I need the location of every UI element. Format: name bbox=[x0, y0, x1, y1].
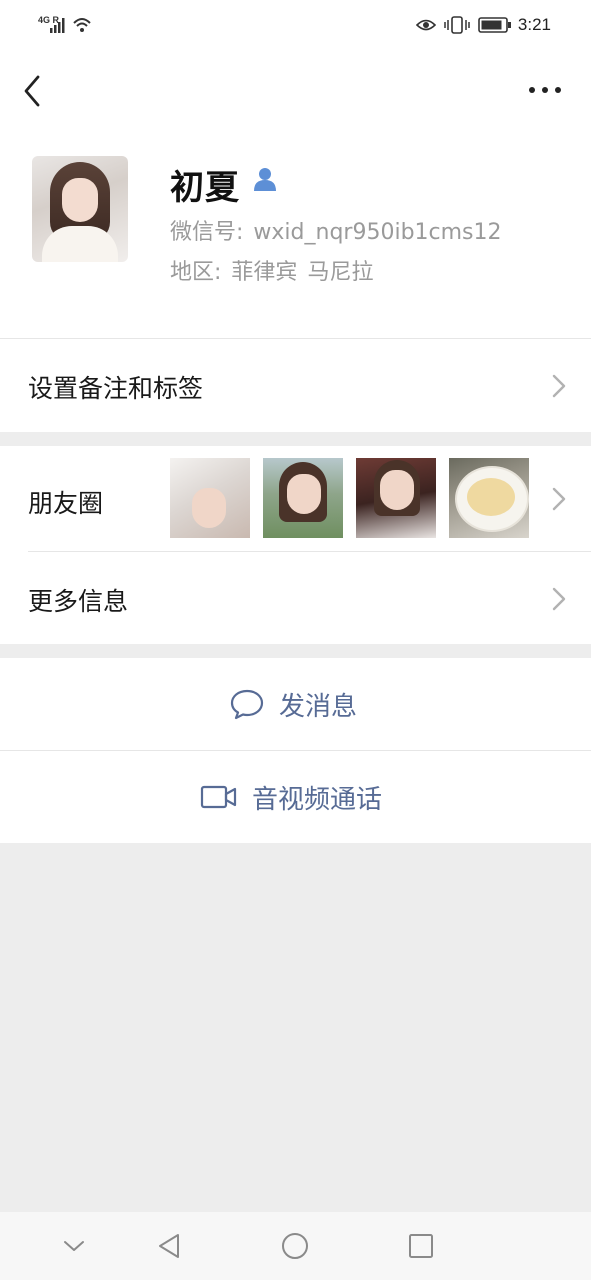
chevron-right-icon bbox=[552, 374, 566, 398]
region-country: 菲律宾 bbox=[231, 260, 298, 285]
back-button[interactable] bbox=[18, 72, 50, 110]
region-city: 马尼拉 bbox=[307, 260, 374, 285]
more-button[interactable] bbox=[527, 78, 563, 102]
status-time: 3:21 bbox=[517, 15, 551, 34]
region-label: 地区: bbox=[170, 260, 222, 285]
moments-label: 朋友圈 bbox=[28, 489, 104, 518]
eye-icon bbox=[415, 19, 436, 31]
wxid-value: wxid_nqr950ib1cms12 bbox=[253, 220, 502, 245]
system-nav-bar bbox=[0, 1212, 591, 1280]
chevron-right-icon bbox=[552, 487, 566, 511]
battery-icon bbox=[478, 17, 511, 33]
moments-thumbnail bbox=[263, 458, 343, 538]
video-call-label: 音视频通话 bbox=[252, 784, 383, 815]
remark-tags-label: 设置备注和标签 bbox=[28, 374, 204, 403]
moments-thumbnail bbox=[356, 458, 436, 538]
send-message-content: 发消息 bbox=[229, 658, 357, 750]
moments-thumbnail bbox=[170, 458, 250, 538]
chat-bubble-icon bbox=[230, 689, 264, 720]
recents-square-icon[interactable] bbox=[407, 1232, 435, 1260]
more-info-row[interactable]: 更多信息 bbox=[0, 552, 591, 644]
profile-header: 初夏 微信号: wxid_nqr950ib1cms12 地区: 菲律宾 马尼拉 bbox=[0, 132, 591, 338]
status-right: 3:21 bbox=[415, 12, 551, 38]
wxid-label: 微信号: bbox=[170, 220, 244, 245]
cellular-signal-icon: 4G R bbox=[38, 15, 91, 33]
send-message-label: 发消息 bbox=[279, 691, 358, 722]
send-message-button[interactable]: 发消息 bbox=[0, 658, 591, 750]
wxid-line: 微信号: wxid_nqr950ib1cms12 bbox=[170, 214, 502, 246]
collapse-icon[interactable] bbox=[62, 1236, 86, 1256]
vibrate-icon bbox=[444, 16, 470, 34]
top-nav bbox=[0, 50, 591, 132]
moments-row[interactable]: 朋友圈 bbox=[0, 446, 591, 552]
ellipsis-icon bbox=[529, 87, 561, 93]
person-icon bbox=[254, 168, 276, 191]
remark-tags-row[interactable]: 设置备注和标签 bbox=[0, 338, 591, 432]
status-left: 4G R bbox=[38, 14, 98, 36]
video-call-content: 音视频通话 bbox=[200, 751, 382, 843]
network-type: 4G R bbox=[38, 15, 60, 25]
video-call-button[interactable]: 音视频通话 bbox=[0, 751, 591, 843]
more-info-label: 更多信息 bbox=[28, 587, 129, 616]
status-bar: 4G R 3:21 bbox=[0, 0, 591, 50]
back-triangle-icon[interactable] bbox=[156, 1232, 182, 1260]
video-camera-icon bbox=[200, 785, 237, 809]
profile-name: 初夏 bbox=[170, 168, 240, 208]
chevron-left-icon bbox=[24, 75, 40, 107]
region-line: 地区: 菲律宾 马尼拉 bbox=[170, 254, 373, 286]
chevron-right-icon bbox=[552, 587, 566, 611]
avatar[interactable] bbox=[32, 156, 128, 262]
home-circle-icon[interactable] bbox=[281, 1232, 309, 1260]
moments-thumbnail bbox=[449, 458, 529, 538]
